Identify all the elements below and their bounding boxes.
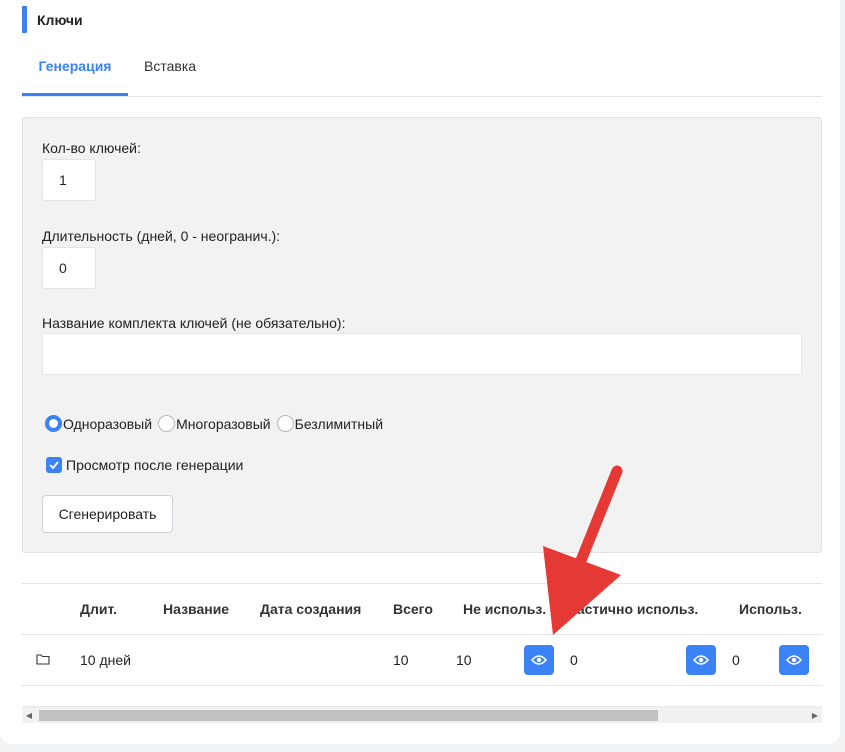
cell-used: 0 (732, 652, 740, 668)
radio-single-use-control[interactable] (45, 415, 62, 432)
keys-table: Длит. Название Дата создания Всего Не ис… (22, 583, 822, 725)
header-name[interactable]: Название (163, 584, 229, 634)
duration-label: Длительность (дней, 0 - неогранич.): (42, 228, 281, 244)
table-row[interactable]: 10 дней 10 10 0 0 (22, 635, 822, 686)
title-accent-bar (22, 6, 27, 33)
duration-input[interactable]: 0 (42, 247, 96, 289)
radio-multi-use[interactable]: Многоразовый (158, 415, 271, 432)
set-name-label: Название комплекта ключей (не обязательн… (42, 315, 346, 331)
cell-total: 10 (393, 652, 409, 668)
set-name-input[interactable] (42, 333, 802, 375)
card-title: Ключи (37, 11, 83, 28)
view-after-generation-checkbox[interactable]: Просмотр после генерации (46, 457, 243, 473)
radio-unlimited[interactable]: Безлимитный (276, 415, 384, 432)
radio-single-use[interactable]: Одноразовый (45, 415, 152, 432)
cell-unused: 10 (456, 652, 472, 668)
view-partially-used-button[interactable] (686, 645, 716, 675)
radio-multi-use-label: Многоразовый (176, 415, 271, 432)
eye-icon (531, 655, 547, 665)
header-used[interactable]: Использ. (739, 584, 802, 634)
eye-icon (786, 655, 802, 665)
scrollbar-thumb[interactable] (39, 710, 658, 721)
header-total[interactable]: Всего (393, 584, 433, 634)
tab-generation[interactable]: Генерация (22, 44, 128, 96)
arrow-left-icon[interactable]: ◀ (22, 707, 36, 724)
cell-partially-used: 0 (570, 652, 578, 668)
radio-unlimited-control[interactable] (276, 415, 294, 432)
card-header: Ключи (22, 6, 83, 33)
generation-form: Кол-во ключей: 1 Длительность (дней, 0 -… (22, 117, 822, 553)
view-used-button[interactable] (779, 645, 809, 675)
eye-icon (693, 655, 709, 665)
header-partially-used[interactable]: Частично использ. (567, 584, 698, 634)
key-type-radio-group: Одноразовый Многоразовый Безлимитный (45, 415, 389, 432)
count-input[interactable]: 1 (42, 159, 96, 201)
count-label: Кол-во ключей: (42, 140, 141, 156)
radio-unlimited-label: Безлимитный (294, 415, 384, 432)
table-header-row: Длит. Название Дата создания Всего Не ис… (22, 583, 822, 635)
checkbox-checked[interactable] (46, 457, 62, 473)
tab-insert[interactable]: Вставка (144, 44, 196, 96)
check-icon (49, 461, 59, 469)
folder-icon[interactable] (36, 653, 50, 665)
tabs: Генерация Вставка (22, 44, 822, 97)
header-created[interactable]: Дата создания (260, 584, 361, 634)
horizontal-scrollbar[interactable]: ◀ ▶ (22, 706, 822, 723)
header-unused[interactable]: Не использ. (463, 584, 546, 634)
keys-card: Ключи Генерация Вставка Кол-во ключей: 1… (0, 0, 840, 744)
generate-button[interactable]: Сгенерировать (42, 495, 173, 533)
radio-multi-use-control[interactable] (158, 415, 176, 432)
view-after-generation-label: Просмотр после генерации (66, 457, 244, 473)
header-duration[interactable]: Длит. (80, 584, 117, 634)
arrow-right-icon[interactable]: ▶ (808, 707, 822, 724)
radio-single-use-label: Одноразовый (63, 415, 153, 432)
view-unused-button[interactable] (524, 645, 554, 675)
cell-duration: 10 дней (80, 652, 131, 668)
